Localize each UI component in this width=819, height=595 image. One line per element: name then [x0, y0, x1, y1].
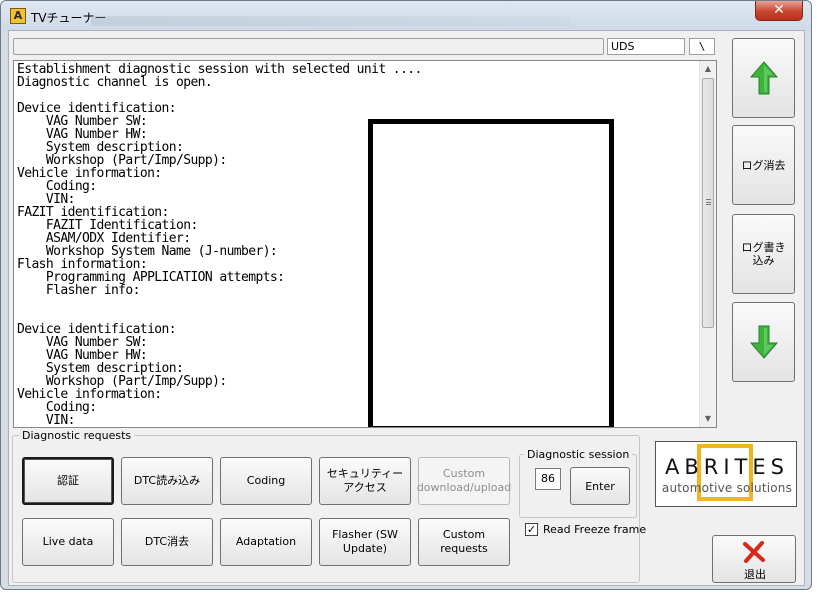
- arrow-up-icon: [749, 61, 778, 95]
- adaptation-button[interactable]: Adaptation: [220, 518, 312, 566]
- title-background-ghost: [91, 16, 571, 26]
- client-area: UDS \ Establishment diagnostic session w…: [8, 30, 805, 586]
- redaction-box: [368, 119, 614, 427]
- log-line: Diagnostic channel is open.: [17, 75, 213, 90]
- log-scrollbar[interactable]: ▲ ▼: [699, 61, 716, 427]
- arrow-down-icon: [749, 325, 778, 359]
- close-button[interactable]: ✕: [755, 1, 803, 21]
- activity-spinner: \: [689, 38, 715, 55]
- scroll-down-icon[interactable]: ▼: [700, 411, 716, 427]
- session-input[interactable]: 86: [535, 468, 561, 490]
- custom-requests-button[interactable]: Custom requests: [418, 518, 510, 566]
- dtc-clear-button[interactable]: DTC消去: [121, 518, 213, 566]
- coding-button[interactable]: Coding: [220, 457, 312, 505]
- flasher-button[interactable]: Flasher (SW Update): [319, 518, 411, 566]
- group-label: Diagnostic requests: [19, 429, 135, 442]
- auth-button[interactable]: 認証: [22, 457, 114, 505]
- diagnostic-requests-group: Diagnostic requests 認証 DTC読み込み Coding セキ…: [12, 429, 646, 583]
- enter-button[interactable]: Enter: [570, 467, 630, 505]
- freeze-frame-checkbox[interactable]: ✓: [525, 523, 538, 536]
- freeze-frame-option[interactable]: ✓ Read Freeze frame: [525, 523, 646, 536]
- clear-log-button[interactable]: ログ消去: [732, 125, 795, 205]
- scroll-up-icon[interactable]: ▲: [700, 61, 716, 77]
- scroll-log-down-button[interactable]: [732, 302, 795, 382]
- abrites-logo: ABRITES automotive solutions: [655, 441, 797, 507]
- title-bar: A TVチューナー ✕: [1, 1, 811, 31]
- diagnostic-session-group: Diagnostic session 86 Enter: [519, 448, 637, 518]
- write-log-button[interactable]: ログ書き込み: [732, 214, 795, 294]
- scroll-log-up-button[interactable]: [732, 38, 795, 118]
- dtc-read-button[interactable]: DTC読み込み: [121, 457, 213, 505]
- security-access-button[interactable]: セキュリティーアクセス: [319, 457, 411, 505]
- main-window: A TVチューナー ✕ UDS \ Establishment diagnost…: [0, 0, 812, 590]
- red-x-icon: [743, 541, 765, 563]
- exit-button[interactable]: 退出: [712, 535, 796, 583]
- log-output[interactable]: Establishment diagnostic session with se…: [13, 60, 717, 428]
- custom-transfer-button[interactable]: Custom download/upload: [417, 457, 511, 505]
- freeze-frame-label: Read Freeze frame: [543, 523, 647, 536]
- scroll-thumb[interactable]: [702, 78, 714, 328]
- protocol-indicator: UDS: [607, 38, 685, 55]
- session-label: Diagnostic session: [524, 448, 633, 461]
- exit-label: 退出: [744, 568, 766, 581]
- logo-tagline: automotive solutions: [661, 481, 793, 495]
- live-data-button[interactable]: Live data: [22, 518, 114, 566]
- grip-icon: [706, 199, 711, 205]
- logo-wordmark: ABRITES: [665, 455, 789, 479]
- status-message-field: [13, 38, 604, 55]
- app-icon: A: [10, 8, 26, 24]
